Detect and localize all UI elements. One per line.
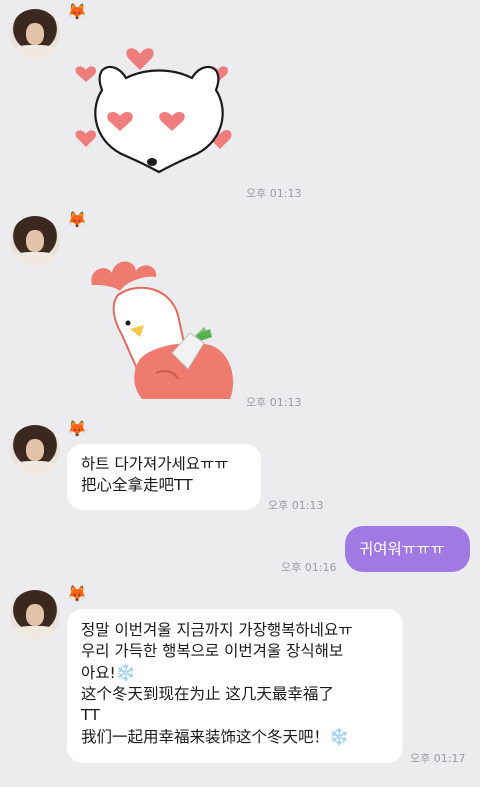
message-text: 우리 가득한 행복으로 이번겨울 장식해보 xyxy=(81,642,344,660)
avatar[interactable] xyxy=(10,216,60,266)
message-text: 정말 이번겨울 지금까지 가장행복하네요ㅠ xyxy=(81,621,353,639)
message-text: TT xyxy=(81,706,100,724)
my-message-bubble[interactable]: 귀여워ㅠㅠㅠ xyxy=(345,526,470,572)
timestamp: 오후 01:13 xyxy=(246,187,302,200)
message-text: 하트 다가져가세요ㅠㅠ xyxy=(81,455,229,473)
avatar[interactable] xyxy=(10,425,60,475)
message-text: 귀여워ㅠㅠㅠ xyxy=(359,540,445,558)
timestamp: 오후 01:13 xyxy=(246,396,302,409)
timestamp: 오후 01:17 xyxy=(410,752,466,765)
message-text: 我们一起用幸福来装饰这个冬天吧！ xyxy=(81,728,330,746)
avatar[interactable] xyxy=(10,9,60,59)
message-bubble[interactable]: 정말 이번겨울 지금까지 가장행복하네요ㅠ 우리 가득한 행복으로 이번겨울 장… xyxy=(67,609,403,763)
timestamp: 오후 01:16 xyxy=(281,561,337,574)
chicken-sticker[interactable] xyxy=(80,255,240,405)
mouse-heart-eyes-sticker[interactable] xyxy=(72,42,240,174)
message-text: 아요! xyxy=(81,664,116,682)
message-text: 这个冬天到现在为止 这几天最幸福了 xyxy=(81,685,334,703)
fox-icon: 🦊 xyxy=(67,210,87,229)
message-text: 把心全拿走吧TT xyxy=(81,476,193,494)
fox-icon: 🦊 xyxy=(67,2,87,21)
message-bubble[interactable]: 하트 다가져가세요ㅠㅠ 把心全拿走吧TT xyxy=(67,444,261,510)
avatar[interactable] xyxy=(10,590,60,640)
fox-icon: 🦊 xyxy=(67,584,87,603)
timestamp: 오후 01:13 xyxy=(268,499,324,512)
fox-icon: 🦊 xyxy=(67,419,87,438)
snowflake-icon: ❄️ xyxy=(329,727,349,746)
snowflake-icon: ❄️ xyxy=(115,663,136,682)
